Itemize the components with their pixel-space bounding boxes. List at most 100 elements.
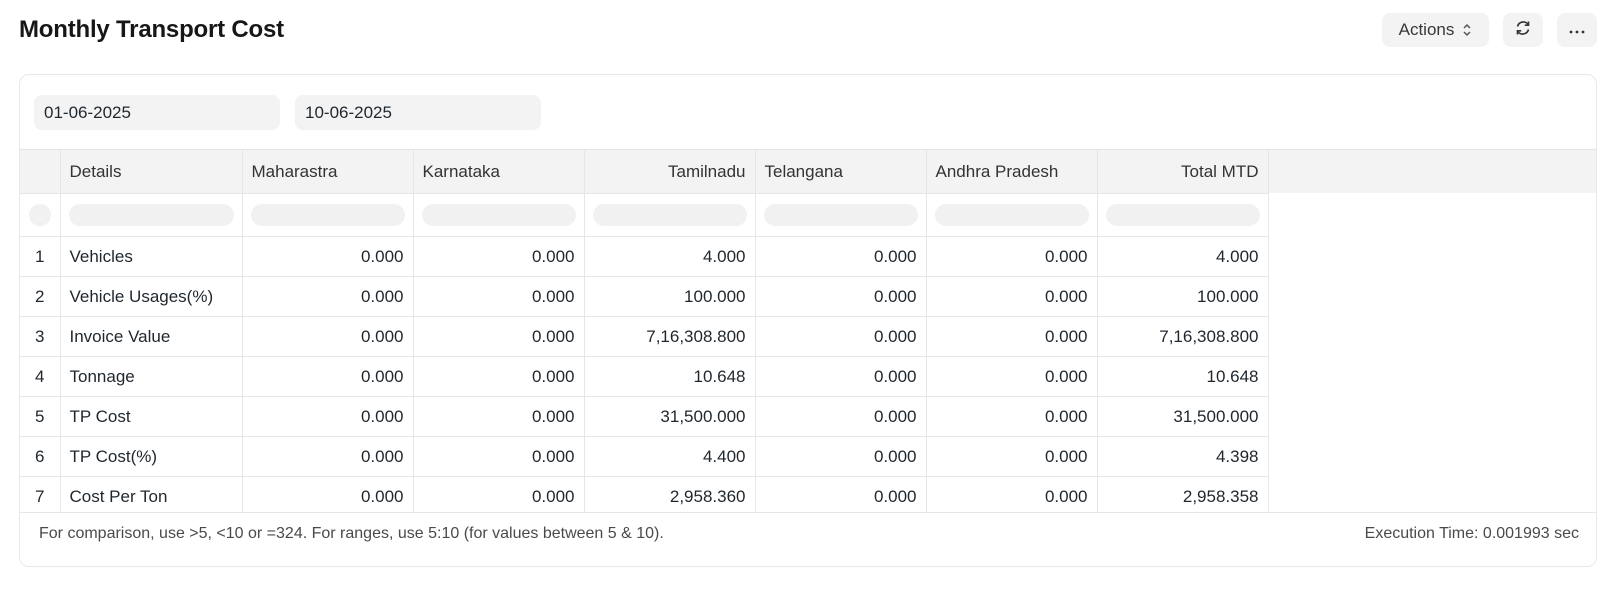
filter-cell [20, 193, 61, 237]
refresh-button[interactable] [1503, 13, 1543, 47]
value-cell[interactable]: 10.648 [1097, 356, 1269, 397]
value-cell[interactable]: 0.000 [926, 436, 1098, 477]
table-row: 3 Invoice Value 0.000 0.000 7,16,308.800 0.00… [20, 316, 1269, 357]
filter-cell [413, 193, 585, 237]
more-horizontal-icon [1568, 20, 1586, 40]
from-date-input[interactable] [34, 95, 280, 130]
value-cell[interactable]: 0.000 [242, 396, 414, 437]
value-cell[interactable]: 0.000 [242, 436, 414, 477]
value-cell[interactable]: 0.000 [413, 276, 585, 317]
filter-cell [1097, 193, 1269, 237]
value-cell[interactable]: 0.000 [413, 396, 585, 437]
column-filter-input[interactable] [763, 204, 918, 226]
value-cell[interactable]: 7,16,308.800 [1097, 316, 1269, 357]
column-filter-input[interactable] [250, 204, 405, 226]
column-filter-input[interactable] [421, 204, 576, 226]
detail-cell[interactable]: Vehicles [60, 236, 243, 277]
column-header[interactable]: Details [60, 149, 243, 194]
value-cell[interactable]: 4.400 [584, 436, 756, 477]
column-header[interactable]: Maharastra [242, 149, 414, 194]
value-cell[interactable]: 0.000 [755, 276, 927, 317]
value-cell[interactable]: 0.000 [413, 476, 585, 517]
value-cell[interactable]: 0.000 [413, 356, 585, 397]
report-table: Details Maharastra Karnataka Tamilnadu T… [20, 149, 1269, 517]
value-cell[interactable]: 0.000 [926, 316, 1098, 357]
table-row: 1 Vehicles 0.000 0.000 4.000 0.000 0.000 4.000 [20, 236, 1269, 277]
value-cell[interactable]: 0.000 [755, 316, 927, 357]
detail-cell[interactable]: TP Cost(%) [60, 436, 243, 477]
value-cell[interactable]: 0.000 [926, 476, 1098, 517]
filter-cell [755, 193, 927, 237]
column-header[interactable]: Telangana [755, 149, 927, 194]
value-cell[interactable]: 0.000 [755, 436, 927, 477]
header-actions: Actions [1382, 13, 1597, 47]
value-cell[interactable]: 4.398 [1097, 436, 1269, 477]
column-filter-input[interactable] [934, 204, 1089, 226]
column-header[interactable]: Andhra Pradesh [926, 149, 1098, 194]
column-header[interactable]: Tamilnadu [584, 149, 756, 194]
filter-cell [926, 193, 1098, 237]
row-number: 5 [20, 396, 61, 437]
table-row: 2 Vehicle Usages(%) 0.000 0.000 100.000 0.000… [20, 276, 1269, 317]
actions-button[interactable]: Actions [1382, 13, 1489, 47]
value-cell[interactable]: 0.000 [755, 236, 927, 277]
column-filter-input[interactable] [68, 204, 234, 226]
column-filter-input[interactable] [592, 204, 747, 226]
value-cell[interactable]: 7,16,308.800 [584, 316, 756, 357]
filter-cell [242, 193, 414, 237]
more-button[interactable] [1557, 13, 1597, 47]
value-cell[interactable]: 0.000 [242, 316, 414, 357]
value-cell[interactable]: 0.000 [926, 276, 1098, 317]
value-cell[interactable]: 0.000 [926, 396, 1098, 437]
value-cell[interactable]: 4.000 [1097, 236, 1269, 277]
value-cell[interactable]: 0.000 [926, 236, 1098, 277]
value-cell[interactable]: 0.000 [755, 476, 927, 517]
detail-cell[interactable]: TP Cost [60, 396, 243, 437]
column-filter-input[interactable] [1105, 204, 1260, 226]
refresh-icon [1513, 18, 1533, 43]
value-cell[interactable]: 0.000 [413, 436, 585, 477]
detail-cell[interactable]: Cost Per Ton [60, 476, 243, 517]
table-row: 6 TP Cost(%) 0.000 0.000 4.400 0.000 0.000 4.39… [20, 436, 1269, 477]
actions-label: Actions [1398, 20, 1455, 39]
value-cell[interactable]: 2,958.360 [584, 476, 756, 517]
value-cell[interactable]: 0.000 [755, 356, 927, 397]
report-card: Details Maharastra Karnataka Tamilnadu T… [19, 74, 1597, 567]
value-cell[interactable]: 0.000 [755, 396, 927, 437]
value-cell[interactable]: 0.000 [242, 476, 414, 517]
value-cell[interactable]: 0.000 [242, 236, 414, 277]
value-cell[interactable]: 0.000 [926, 356, 1098, 397]
chevron-up-down-icon [1462, 23, 1472, 37]
detail-cell[interactable]: Tonnage [60, 356, 243, 397]
row-number-header [20, 149, 61, 194]
table-row: 5 TP Cost 0.000 0.000 31,500.000 0.000 0.000 31… [20, 396, 1269, 437]
row-number: 2 [20, 276, 61, 317]
value-cell[interactable]: 4.000 [584, 236, 756, 277]
value-cell[interactable]: 0.000 [413, 316, 585, 357]
row-number: 1 [20, 236, 61, 277]
to-date-input[interactable] [295, 95, 541, 130]
filter-cell [60, 193, 243, 237]
value-cell[interactable]: 31,500.000 [1097, 396, 1269, 437]
value-cell[interactable]: 31,500.000 [584, 396, 756, 437]
column-filter-row [20, 193, 1269, 237]
value-cell[interactable]: 0.000 [242, 276, 414, 317]
value-cell[interactable]: 10.648 [584, 356, 756, 397]
row-number: 4 [20, 356, 61, 397]
detail-cell[interactable]: Invoice Value [60, 316, 243, 357]
table-row: 7 Cost Per Ton 0.000 0.000 2,958.360 0.000 0.0… [20, 476, 1269, 517]
value-cell[interactable]: 100.000 [1097, 276, 1269, 317]
row-number: 6 [20, 436, 61, 477]
report-footer: For comparison, use >5, <10 or =324. For… [20, 512, 1596, 566]
column-header[interactable]: Total MTD [1097, 149, 1269, 194]
value-cell[interactable]: 2,958.358 [1097, 476, 1269, 517]
filter-bar [34, 95, 541, 130]
value-cell[interactable]: 100.000 [584, 276, 756, 317]
value-cell[interactable]: 0.000 [413, 236, 585, 277]
execution-time: Execution Time: 0.001993 sec [1364, 525, 1579, 542]
column-header[interactable]: Karnataka [413, 149, 585, 194]
filter-cell [584, 193, 756, 237]
row-filter-toggle[interactable] [28, 204, 51, 226]
value-cell[interactable]: 0.000 [242, 356, 414, 397]
detail-cell[interactable]: Vehicle Usages(%) [60, 276, 243, 317]
